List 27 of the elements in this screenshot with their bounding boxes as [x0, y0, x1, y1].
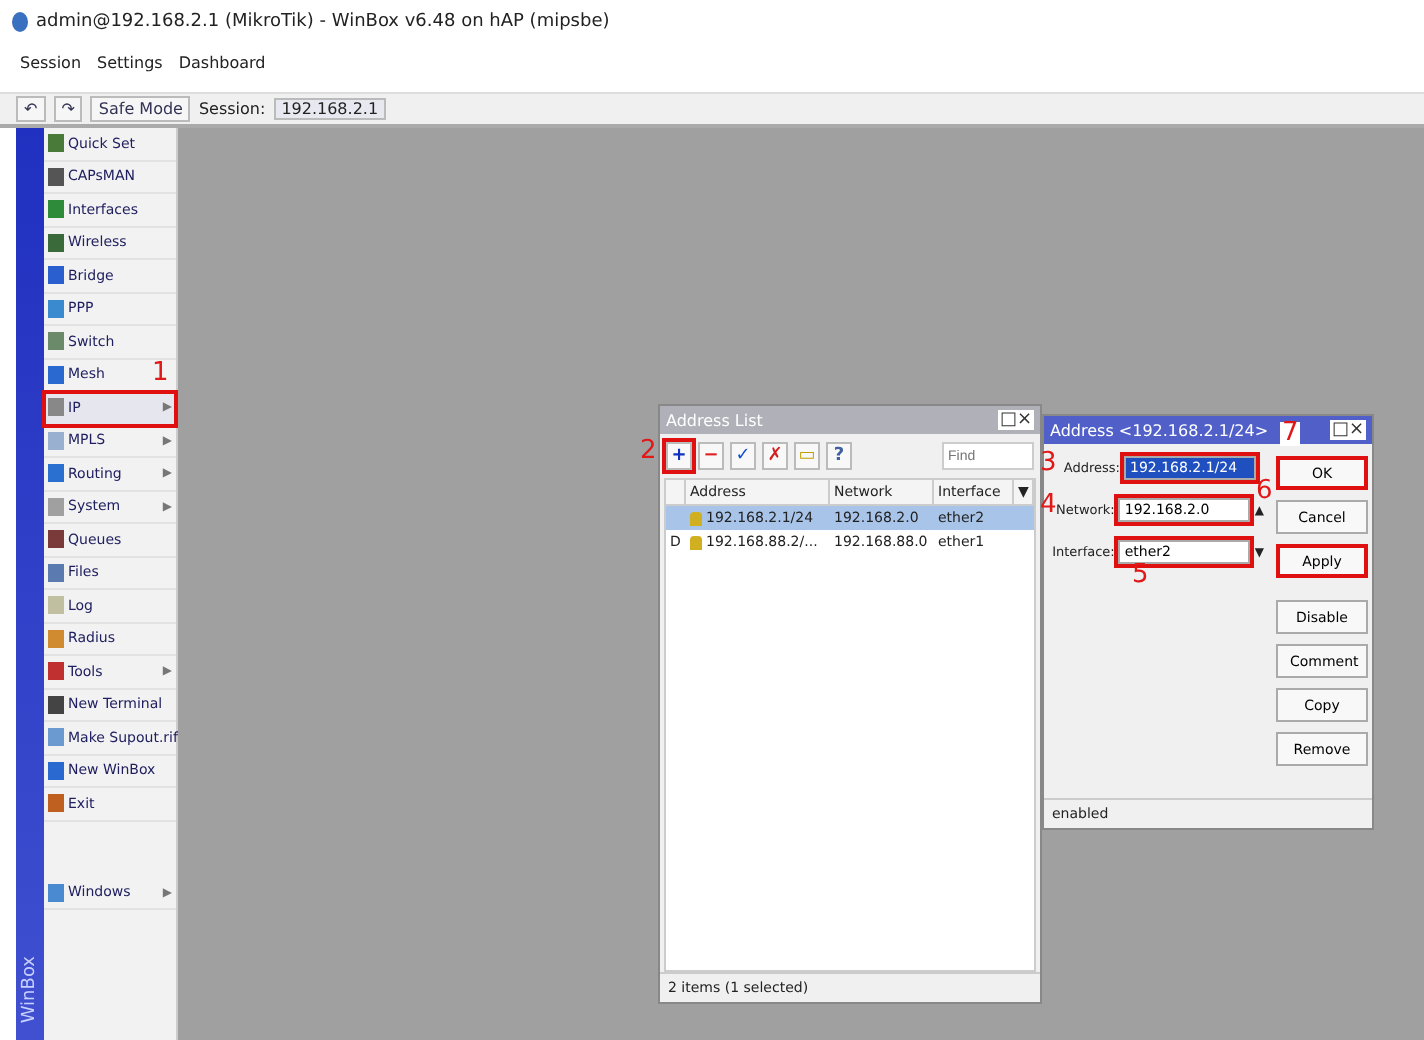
app-icon: [12, 12, 28, 32]
remove-button[interactable]: −: [698, 442, 724, 470]
callout-number: 2: [640, 436, 657, 466]
disable-button[interactable]: ✗: [762, 442, 788, 470]
enable-button[interactable]: ✓: [730, 442, 756, 470]
session-field[interactable]: 192.168.2.1: [273, 98, 387, 120]
menu-item[interactable]: Dashboard: [178, 53, 266, 71]
callout-number: 7: [1280, 422, 1301, 446]
window-title: Address List: [666, 411, 763, 429]
callout-number: 1: [152, 358, 169, 388]
callout-number: 6: [1256, 476, 1273, 506]
brand-text: WinBox: [20, 956, 40, 1024]
undo-button[interactable]: ↶: [16, 96, 46, 122]
menu-item[interactable]: Settings: [97, 53, 163, 71]
window-title: admin@192.168.2.1 (MikroTik) - WinBox v6.48 on hAP (mipsbe): [36, 12, 610, 32]
safe-mode-button[interactable]: Safe Mode: [90, 96, 191, 122]
window-title: Address <192.168.2.1/24>: [1050, 421, 1269, 439]
window-controls[interactable]: □×: [1329, 420, 1366, 440]
add-button[interactable]: +: [666, 442, 692, 470]
menu-item[interactable]: Session: [20, 53, 82, 71]
callout-number: 3: [1040, 448, 1057, 478]
redo-button[interactable]: ↷: [53, 96, 83, 122]
filter-button[interactable]: ?: [826, 442, 852, 470]
callout-number: 4: [1040, 490, 1057, 520]
session-label: Session:: [198, 100, 266, 118]
callout-number: 5: [1132, 560, 1149, 590]
window-controls[interactable]: □×: [997, 410, 1034, 430]
